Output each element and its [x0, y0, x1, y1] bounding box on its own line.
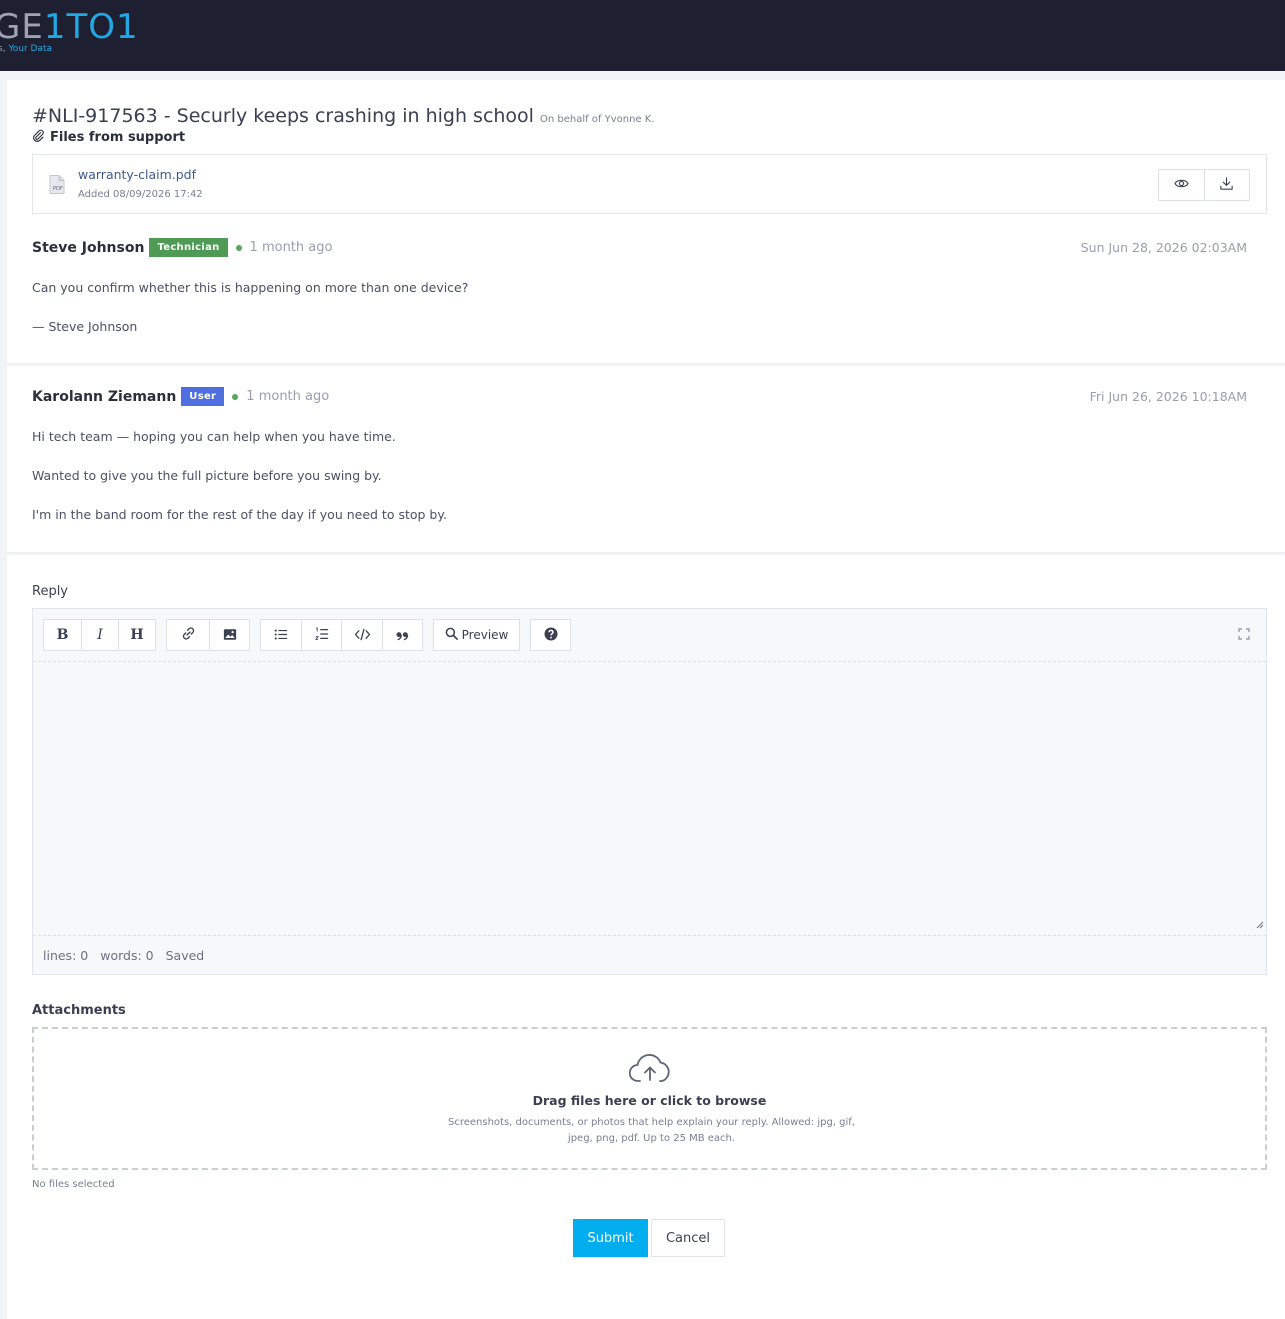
file-added-date: Added 08/09/2026 17:42 [78, 189, 203, 200]
ticket-title: #NLI-917563 - Securly keeps crashing in … [32, 105, 655, 127]
reply-label: Reply [32, 584, 69, 599]
reply-text-area[interactable] [33, 663, 1266, 935]
online-dot [235, 244, 242, 251]
dropzone-title: Drag files here or click to browse [532, 1093, 767, 1108]
post-body-line: Hi tech team — hoping you can help when … [32, 429, 396, 444]
files-label-text: Files from support [50, 130, 186, 145]
insert-group [166, 619, 250, 651]
bold-button[interactable]: B [44, 620, 81, 650]
cloud-upload-icon [628, 1053, 671, 1087]
cancel-button[interactable]: Cancel [651, 1219, 725, 1257]
heading-button[interactable]: H [118, 620, 155, 650]
help-icon [544, 626, 558, 645]
code-icon [354, 626, 371, 645]
bullet-list-button[interactable] [261, 620, 301, 650]
on-behalf-text: On behalf of Yvonne K. [539, 114, 655, 125]
format-group: B I H [43, 619, 156, 651]
post-body-line: Wanted to give you the full picture befo… [32, 468, 382, 483]
numbered-list-icon [314, 626, 329, 645]
code-button[interactable] [341, 620, 382, 650]
fullscreen-icon [1238, 625, 1250, 644]
no-files-text: No files selected [32, 1179, 115, 1190]
preview-group: Preview [433, 619, 520, 651]
file-dropzone[interactable]: Drag files here or click to browse Scree… [32, 1027, 1267, 1170]
post-relative-time: 1 month ago [249, 240, 333, 255]
bullet-list-icon [274, 626, 288, 645]
autosave-status: Saved [165, 948, 205, 963]
numbered-list-button[interactable] [301, 620, 341, 650]
block-group [260, 619, 423, 651]
editor-statusbar: lines: 0 words: 0 Saved [33, 935, 1266, 975]
link-icon [181, 626, 196, 645]
tagline-part-1: s, [0, 44, 6, 54]
image-button[interactable] [209, 620, 249, 650]
file-name-link[interactable]: warranty-claim.pdf [78, 167, 196, 182]
pdf-file-icon: PDF [49, 175, 65, 198]
word-count: words: 0 [100, 948, 154, 963]
post-author: Steve Johnson [32, 239, 145, 256]
submit-button[interactable]: Submit [573, 1219, 648, 1257]
view-file-button[interactable] [1159, 170, 1204, 200]
file-actions [1158, 169, 1250, 201]
post-header: Karolann Ziemann User 1 month ago [32, 387, 329, 406]
preview-button[interactable]: Preview [434, 620, 519, 650]
logo-part-2: 1TO1 [43, 7, 139, 47]
role-badge: Technician [149, 238, 228, 257]
fullscreen-button[interactable] [1238, 625, 1250, 644]
post-date: Fri Jun 26, 2026 10:18AM [1089, 389, 1247, 404]
ticket-title-text: #NLI-917563 - Securly keeps crashing in … [32, 105, 534, 127]
attachments-label: Attachments [32, 1003, 126, 1018]
paperclip-icon [32, 129, 45, 146]
role-badge: User [181, 387, 225, 406]
editor-toolbar: B I H Preview [33, 609, 1266, 662]
dropzone-hint: Screenshots, documents, or photos that h… [447, 1117, 855, 1144]
pdf-icon-label: PDF [53, 186, 63, 192]
image-icon [223, 626, 237, 645]
link-button[interactable] [167, 620, 209, 650]
download-icon [1219, 176, 1234, 195]
resize-grip-icon[interactable] [1255, 914, 1264, 933]
file-item: PDF warranty-claim.pdf Added 08/09/2026 … [32, 154, 1267, 214]
quote-icon [396, 626, 409, 645]
files-from-support: Files from support [32, 129, 185, 146]
post-header: Steve Johnson Technician 1 month ago [32, 238, 332, 257]
post-body-line: Can you confirm whether this is happenin… [32, 280, 469, 295]
italic-button[interactable]: I [81, 620, 118, 650]
online-dot [232, 393, 239, 400]
search-icon [445, 627, 458, 643]
top-bar: GE1TO1 s, Your Data [0, 0, 1285, 71]
markdown-editor: B I H Preview lines: 0 words: 0 Saved [32, 608, 1267, 975]
help-button[interactable] [531, 620, 570, 650]
preview-label: Preview [461, 628, 509, 642]
line-count: lines: 0 [43, 948, 89, 963]
post-date: Sun Jun 28, 2026 02:03AM [1080, 240, 1247, 255]
brand-tagline: s, Your Data [0, 44, 52, 54]
post-body-line: I'm in the band room for the rest of the… [32, 507, 447, 522]
download-file-button[interactable] [1203, 170, 1250, 200]
post-relative-time: 1 month ago [246, 389, 330, 404]
logo-part-1: GE [0, 7, 44, 47]
tagline-part-2: Your Data [8, 44, 53, 54]
quote-button[interactable] [382, 620, 422, 650]
post-body-line: — Steve Johnson [32, 319, 138, 334]
post-author: Karolann Ziemann [32, 388, 177, 405]
help-group [530, 619, 571, 651]
brand-logo[interactable]: GE1TO1 [0, 8, 139, 46]
eye-icon [1174, 176, 1189, 195]
